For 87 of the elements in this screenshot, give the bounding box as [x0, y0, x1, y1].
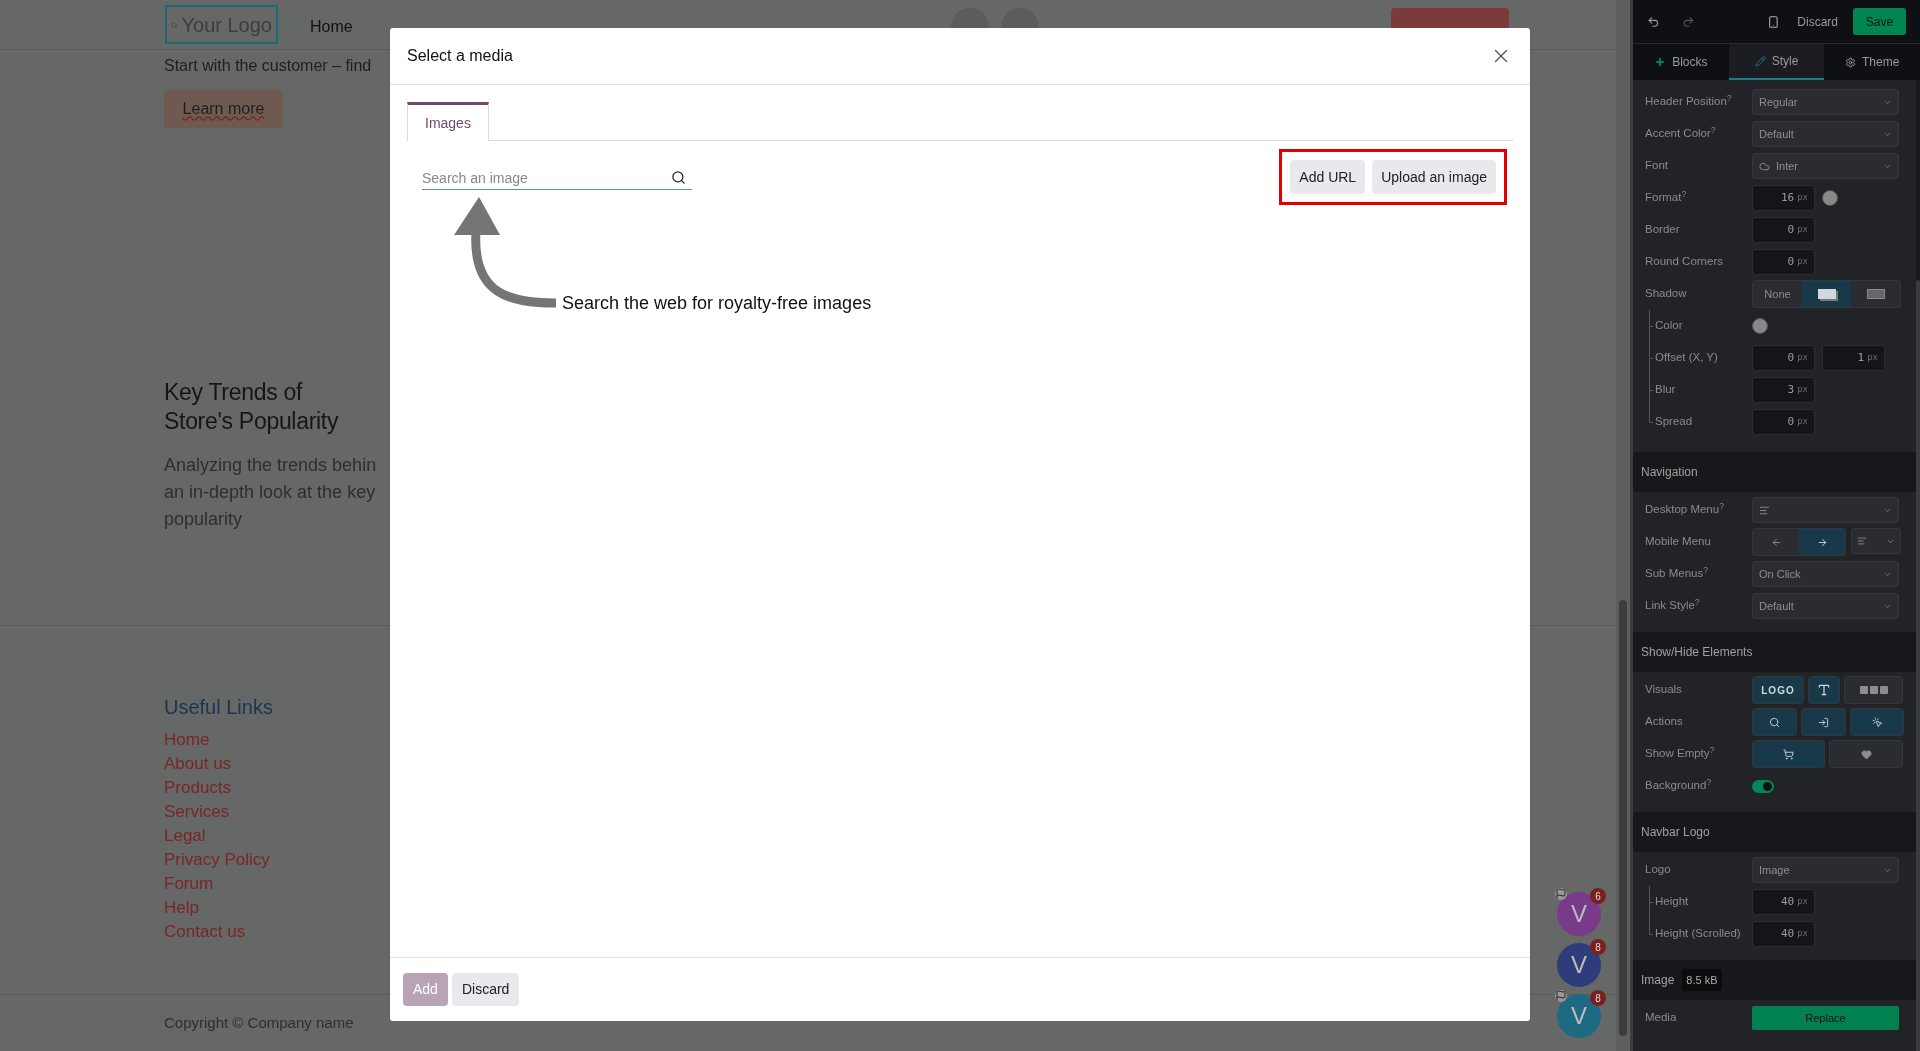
option-label: Logo: [1645, 862, 1672, 878]
social-icons[interactable]: [1845, 677, 1902, 703]
color-swatch[interactable]: [1822, 190, 1838, 206]
number-field[interactable]: 1 px: [1822, 345, 1885, 371]
text-icon[interactable]: [1809, 677, 1839, 703]
option-label: Font: [1645, 158, 1669, 174]
section-heading: Key Trends of Store's Popularity: [164, 378, 340, 436]
select-field[interactable]: [1851, 528, 1901, 554]
number-field[interactable]: 0 px: [1752, 345, 1815, 371]
plus-icon: [1654, 56, 1667, 68]
pencil-icon: [1754, 55, 1766, 67]
footer-heading: Useful Links: [164, 695, 274, 720]
number-field[interactable]: 3 px: [1752, 377, 1815, 403]
number-field[interactable]: 0 px: [1752, 217, 1815, 243]
images-tab[interactable]: Images: [407, 102, 489, 141]
section-title: Navbar Logo: [1641, 824, 1710, 841]
cloud-icon: [1759, 160, 1770, 172]
number-field[interactable]: 0 px: [1752, 409, 1815, 435]
action-button[interactable]: Add URL: [1290, 160, 1366, 194]
panel-tab[interactable]: Style: [1728, 44, 1825, 80]
number-field[interactable]: 0 px: [1752, 249, 1815, 275]
option-label: Visuals: [1645, 682, 1683, 698]
option-label: Offset (X, Y): [1654, 350, 1719, 366]
intro-text: Start with the customer – find: [164, 56, 372, 76]
replace-button[interactable]: Replace: [1752, 1006, 1899, 1030]
option-label: Spread: [1654, 414, 1694, 430]
mobile-preview-icon[interactable]: [1766, 14, 1780, 29]
copyright-text: Copyright © Company name: [164, 1014, 354, 1031]
paragraph: Analyzing the trends behin an in-depth look at the key popularity: [164, 454, 378, 531]
nav-link[interactable]: Home: [310, 14, 353, 39]
number-field[interactable]: 40 px: [1752, 921, 1815, 947]
number-field[interactable]: 16 px: [1752, 185, 1815, 211]
option-label: Link Style$^{?}$: [1645, 597, 1701, 614]
shadow-option[interactable]: None: [1753, 281, 1802, 307]
select-field[interactable]: Default: [1752, 121, 1899, 147]
option-label: Mobile Menu: [1645, 534, 1712, 550]
search-field[interactable]: Search an image: [422, 166, 692, 190]
number-field[interactable]: 40 px: [1752, 889, 1815, 915]
option-label: Media: [1645, 1010, 1678, 1026]
section-title: Navigation: [1641, 464, 1698, 481]
logo-toggle[interactable]: LOGO: [1753, 677, 1803, 703]
redo-icon[interactable]: [1681, 14, 1695, 29]
size-badge: 8.5 kB: [1682, 968, 1722, 992]
action-button[interactable]: Upload an image: [1372, 160, 1496, 194]
save-button[interactable]: Save: [1853, 8, 1906, 35]
shadow-style-icon[interactable]: [1802, 281, 1851, 307]
search-icon[interactable]: [1753, 709, 1796, 735]
option-label: Format$^{?}$: [1645, 189, 1688, 206]
option-label: Height: [1654, 894, 1690, 910]
option-label: Background$^{?}$: [1645, 777, 1713, 794]
option-label: Height (Scrolled): [1654, 926, 1742, 942]
option-label: Round Corners: [1645, 254, 1724, 270]
select-field[interactable]: [1752, 497, 1899, 523]
select-field[interactable]: Image: [1752, 857, 1899, 883]
panel-tab[interactable]: Theme: [1824, 44, 1920, 80]
page-scrollbar[interactable]: [1616, 0, 1630, 1051]
select-field[interactable]: Regular: [1752, 89, 1899, 115]
option-label: Color: [1654, 318, 1684, 334]
discard-button[interactable]: Discard: [1797, 12, 1839, 31]
gear-icon: [1845, 56, 1856, 68]
option-label: Border: [1645, 222, 1681, 238]
undo-icon[interactable]: [1647, 14, 1660, 29]
learn-more-button[interactable]: Learn more: [164, 90, 283, 128]
color-swatch[interactable]: [1752, 318, 1768, 334]
option-label: Accent Color$^{?}$: [1645, 125, 1717, 142]
section-title: Image: [1641, 972, 1675, 989]
toggle-switch[interactable]: [1752, 779, 1774, 793]
select-field[interactable]: On Click: [1752, 561, 1899, 587]
select-field[interactable]: Inter: [1752, 153, 1899, 179]
menu-lines-icon: [1759, 504, 1770, 516]
panel-tab[interactable]: Blocks: [1633, 44, 1729, 80]
search-icon: [671, 170, 686, 185]
select-field[interactable]: Default: [1752, 593, 1899, 619]
footer-button[interactable]: Discard: [451, 973, 520, 1006]
login-icon[interactable]: [1802, 709, 1845, 735]
dialog-title: Select a media: [407, 46, 513, 66]
option-label: Show Empty$^{?}$: [1645, 745, 1716, 762]
option-label: Header Position$^{?}$: [1645, 93, 1733, 110]
option-label: Sub Menus$^{?}$: [1645, 565, 1709, 582]
hint-text: Search the web for royalty-free images: [562, 292, 872, 315]
option-label: Blur: [1654, 382, 1677, 398]
option-label: Actions: [1645, 714, 1684, 730]
option-label: Desktop Menu$^{?}$: [1645, 501, 1725, 518]
option-label: Shadow: [1645, 286, 1688, 302]
shadow-style-icon[interactable]: [1851, 281, 1900, 307]
section-title: Show/Hide Elements: [1641, 644, 1753, 661]
menu-lines-icon: [1857, 536, 1867, 546]
